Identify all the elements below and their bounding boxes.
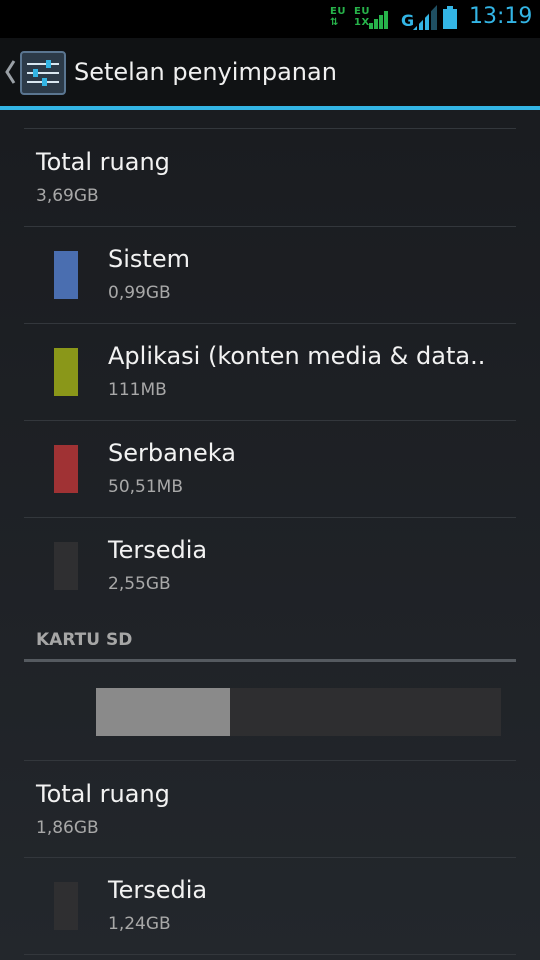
misc-color-swatch	[54, 445, 78, 493]
divider	[24, 517, 516, 518]
signal-strength-icon	[413, 5, 437, 30]
sim1-indicator: EU ⇅	[330, 6, 346, 28]
clock: 13:19	[469, 4, 533, 29]
section-divider	[24, 659, 516, 662]
internal-total-label: Total ruang	[36, 148, 170, 176]
sd-card-usage-bar	[96, 688, 501, 736]
divider	[24, 760, 516, 761]
divider	[24, 323, 516, 324]
category-value: 0,99GB	[108, 283, 171, 303]
divider	[24, 128, 516, 129]
category-value: 111MB	[108, 380, 167, 400]
available-color-swatch	[54, 542, 78, 590]
settings-sliders-icon[interactable]	[20, 51, 66, 95]
system-color-swatch	[54, 251, 78, 299]
page-title: Setelan penyimpanan	[74, 58, 337, 86]
category-value: 50,51MB	[108, 477, 183, 497]
internal-total-value: 3,69GB	[36, 186, 99, 206]
category-label: Tersedia	[108, 536, 208, 564]
up-caret-icon[interactable]	[4, 58, 16, 86]
category-value: 2,55GB	[108, 574, 171, 594]
divider	[24, 954, 516, 955]
category-label: Serbaneka	[108, 439, 236, 467]
storage-settings-list[interactable]: Total ruang 3,69GB Sistem 0,99GB Aplikas…	[0, 110, 540, 960]
sd-card-used-fill	[96, 688, 230, 736]
status-bar: EU ⇅ EU 1X G 13:19	[0, 0, 540, 38]
sd-total-label: Total ruang	[36, 780, 170, 808]
battery-icon	[443, 6, 457, 29]
category-value: 1,24GB	[108, 914, 171, 934]
sim2-signal-icon	[369, 11, 388, 29]
category-label: Tersedia	[108, 876, 208, 904]
available-color-swatch	[54, 882, 78, 930]
sim1-activity: ⇅	[330, 17, 339, 28]
category-label: Aplikasi (konten media & data..	[108, 342, 486, 370]
apps-color-swatch	[54, 348, 78, 396]
divider	[24, 420, 516, 421]
sd-card-section-header: KARTU SD	[36, 630, 133, 650]
sd-total-value: 1,86GB	[36, 818, 99, 838]
divider	[24, 857, 516, 858]
category-label: Sistem	[108, 245, 190, 273]
sim1-label: EU	[330, 6, 346, 17]
action-bar: Setelan penyimpanan	[0, 38, 540, 106]
divider	[24, 226, 516, 227]
